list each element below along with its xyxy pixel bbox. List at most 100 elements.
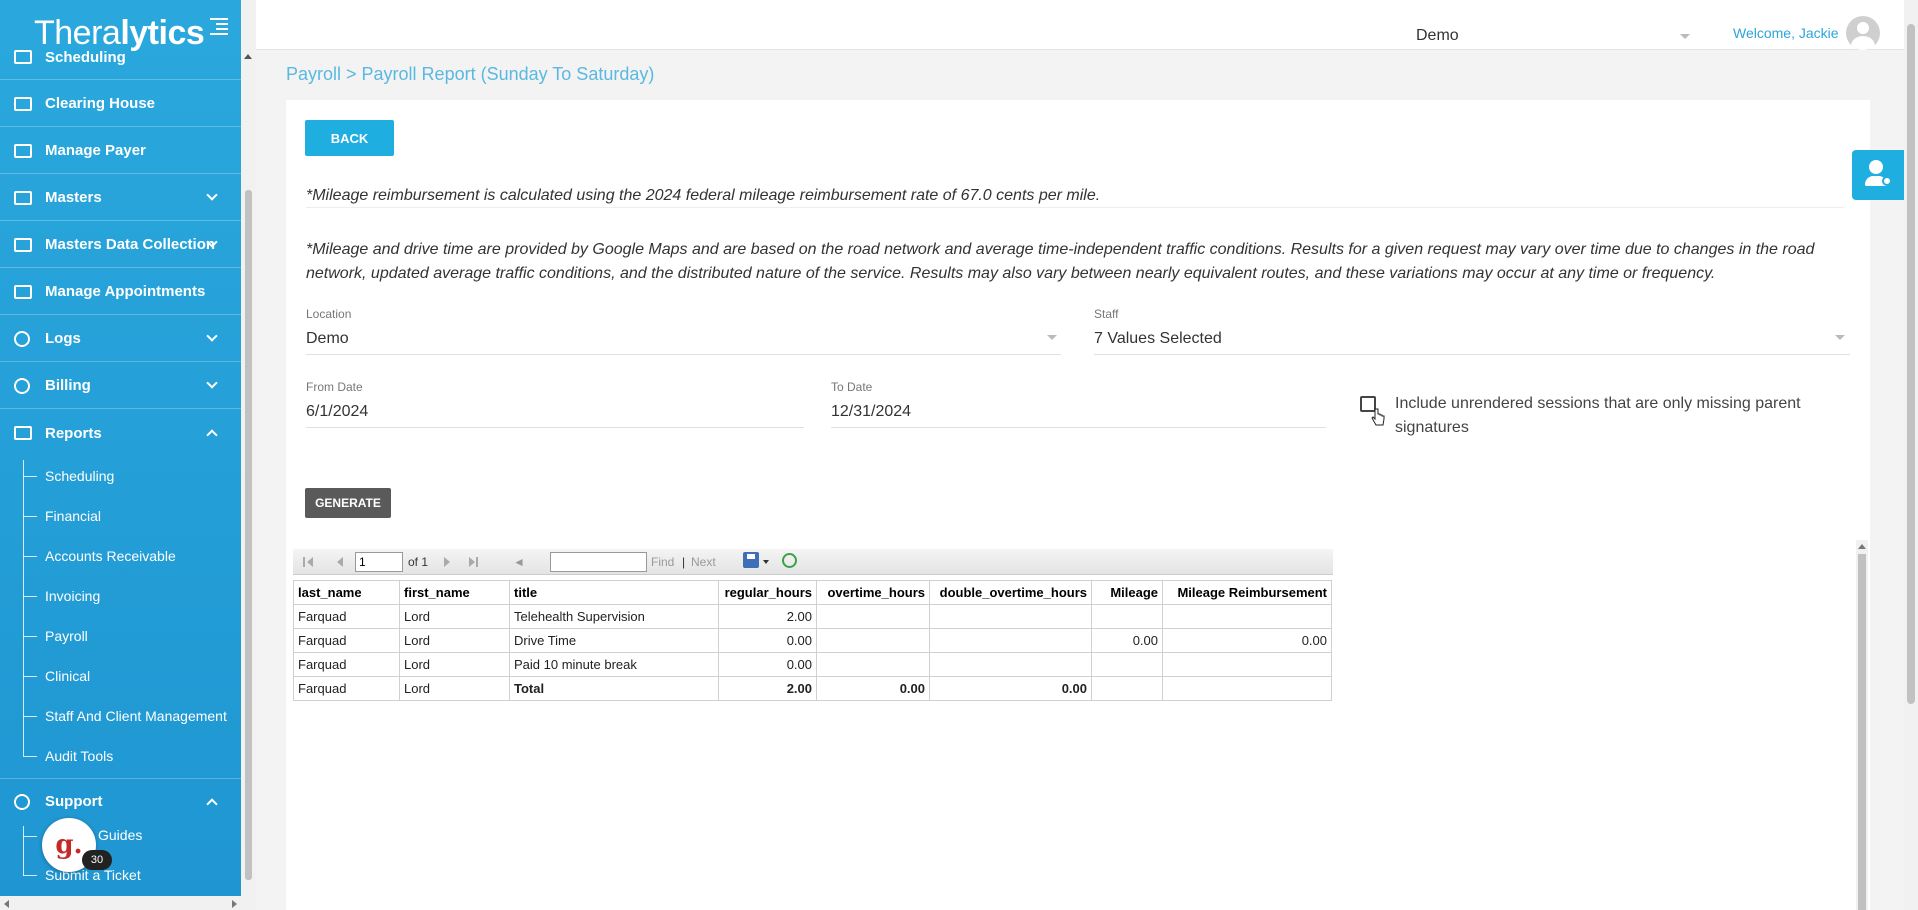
column-header: overtime_hours bbox=[816, 580, 930, 605]
include-unrendered-label[interactable]: Include unrendered sessions that are onl… bbox=[1395, 392, 1855, 440]
sidebar-sub-invoicing[interactable]: Invoicing bbox=[45, 588, 100, 604]
cell: Lord bbox=[399, 604, 510, 629]
sidebar-item-label: Manage Appointments bbox=[45, 283, 206, 300]
sidebar-sub-audit-tools[interactable]: Audit Tools bbox=[45, 748, 113, 764]
clipboard-icon bbox=[14, 426, 32, 440]
refresh-icon[interactable] bbox=[782, 553, 797, 568]
to-date-field[interactable]: 12/31/2024 bbox=[831, 403, 911, 421]
find-input[interactable] bbox=[550, 552, 647, 572]
find-link[interactable]: Find bbox=[651, 555, 674, 569]
export-icon[interactable] bbox=[743, 552, 759, 568]
sidebar-item-billing[interactable]: Billing bbox=[0, 363, 241, 409]
column-header: regular_hours bbox=[718, 580, 817, 605]
chevron-down-icon[interactable] bbox=[1047, 335, 1057, 340]
sidebar-item-clearing-house[interactable]: Clearing House bbox=[0, 81, 241, 127]
sidebar-item-logs[interactable]: Logs bbox=[0, 316, 241, 362]
page-number-input[interactable] bbox=[355, 552, 403, 572]
back-to-parent-icon[interactable]: ◄ bbox=[513, 555, 525, 569]
cell bbox=[1091, 604, 1163, 629]
cell bbox=[929, 604, 1092, 629]
first-page-bar bbox=[303, 557, 305, 567]
sidebar-item-label: Manage Payer bbox=[45, 142, 146, 159]
cell: Lord bbox=[399, 676, 510, 701]
table-row: Farquad Lord Drive Time 0.00 0.00 0.00 bbox=[293, 628, 1332, 653]
user-search-button[interactable] bbox=[1852, 150, 1904, 200]
staff-field[interactable]: 7 Values Selected bbox=[1094, 330, 1222, 348]
sidebar-sub-scheduling[interactable]: Scheduling bbox=[45, 468, 114, 484]
table-header-row: last_name first_name title regular_hours… bbox=[293, 580, 1332, 605]
previous-page-icon[interactable] bbox=[337, 557, 343, 567]
user-search-icon bbox=[1869, 160, 1883, 174]
appointments-icon bbox=[14, 285, 32, 299]
location-underline bbox=[306, 354, 1061, 355]
chevron-down-icon[interactable] bbox=[1680, 34, 1690, 39]
sidebar-item-masters[interactable]: Masters bbox=[0, 175, 241, 221]
sidebar-item-reports[interactable]: Reports bbox=[0, 410, 241, 456]
cell: Lord bbox=[399, 652, 510, 677]
location-selector[interactable]: Demo bbox=[1416, 27, 1459, 45]
sidebar-item-manage-appointments[interactable]: Manage Appointments bbox=[0, 269, 241, 315]
sidebar-sub-clinical[interactable]: Clinical bbox=[45, 668, 90, 684]
sidebar-item-label: Reports bbox=[45, 424, 102, 442]
sidebar-item-masters-data-collection[interactable]: Masters Data Collection bbox=[0, 222, 241, 268]
sidebar-item-scheduling[interactable]: Scheduling bbox=[0, 36, 241, 80]
last-page-icon[interactable] bbox=[469, 557, 475, 567]
cell bbox=[816, 604, 930, 629]
sidebar-scrollbar[interactable] bbox=[241, 0, 256, 910]
first-page-icon[interactable] bbox=[307, 557, 313, 567]
tree-tick bbox=[23, 716, 37, 717]
welcome-text[interactable]: Welcome, Jackie bbox=[1733, 25, 1839, 41]
from-date-field[interactable]: 6/1/2024 bbox=[306, 403, 368, 421]
mileage-rate-note: *Mileage reimbursement is calculated usi… bbox=[306, 187, 1101, 204]
table-row: Farquad Lord Paid 10 minute break 0.00 bbox=[293, 652, 1332, 677]
cell bbox=[1162, 652, 1332, 677]
column-header: double_overtime_hours bbox=[929, 580, 1092, 605]
tree-tick bbox=[23, 516, 37, 517]
sidebar-sub-guides[interactable]: Guides bbox=[98, 827, 142, 843]
sidebar-sub-staff-client-management[interactable]: Staff And Client Management bbox=[45, 708, 227, 724]
from-date-underline bbox=[306, 427, 804, 428]
sidebar-horizontal-scrollbar[interactable] bbox=[0, 896, 241, 910]
sidebar-sub-payroll[interactable]: Payroll bbox=[45, 628, 88, 644]
back-button[interactable]: BACK bbox=[305, 120, 394, 156]
tree-tick bbox=[23, 556, 37, 557]
cell bbox=[929, 652, 1092, 677]
table-total-row: Farquad Lord Total 2.00 0.00 0.00 bbox=[293, 676, 1332, 701]
sidebar: Theralytics Scheduling Clearing House Ma… bbox=[0, 0, 241, 910]
find-next-link[interactable]: Next bbox=[691, 555, 716, 569]
chevron-down-icon[interactable] bbox=[1835, 335, 1845, 340]
avatar[interactable] bbox=[1846, 16, 1880, 50]
sidebar-item-label: Scheduling bbox=[45, 49, 126, 66]
sidebar-item-label: Masters Data Collection bbox=[45, 236, 216, 253]
column-header: first_name bbox=[399, 580, 510, 605]
generate-button[interactable]: GENERATE bbox=[305, 488, 391, 518]
cell: 2.00 bbox=[718, 604, 817, 629]
cell: 0.00 bbox=[929, 676, 1092, 701]
sidebar-sub-financial[interactable]: Financial bbox=[45, 508, 101, 524]
collapse-menu-icon[interactable] bbox=[210, 18, 228, 35]
tree-tick bbox=[23, 476, 37, 477]
cell: Drive Time bbox=[509, 628, 719, 653]
page-scrollbar[interactable] bbox=[1904, 0, 1918, 910]
location-field[interactable]: Demo bbox=[306, 330, 349, 348]
export-dropdown-icon[interactable] bbox=[763, 560, 769, 564]
next-page-icon[interactable] bbox=[444, 557, 450, 567]
sidebar-item-label: Clearing House bbox=[45, 95, 156, 112]
tree-tick bbox=[23, 836, 37, 837]
breadcrumb[interactable]: Payroll > Payroll Report (Sunday To Satu… bbox=[286, 64, 654, 85]
cell bbox=[1162, 676, 1332, 701]
table-row: Farquad Lord Telehealth Supervision 2.00 bbox=[293, 604, 1332, 629]
cell bbox=[1091, 676, 1163, 701]
sidebar-item-manage-payer[interactable]: Manage Payer bbox=[0, 128, 241, 174]
cell bbox=[1162, 604, 1332, 629]
viewer-scrollbar[interactable] bbox=[1856, 540, 1868, 910]
tree-tick bbox=[23, 596, 37, 597]
column-header: last_name bbox=[293, 580, 400, 605]
sidebar-item-support[interactable]: Support bbox=[0, 778, 241, 824]
cell: 0.00 bbox=[1091, 628, 1163, 653]
sidebar-sub-accounts-receivable[interactable]: Accounts Receivable bbox=[45, 548, 176, 564]
sidebar-item-label: Billing bbox=[45, 377, 91, 394]
staff-underline bbox=[1094, 354, 1850, 355]
column-header: Mileage Reimbursement bbox=[1162, 580, 1332, 605]
from-date-label: From Date bbox=[306, 380, 363, 394]
